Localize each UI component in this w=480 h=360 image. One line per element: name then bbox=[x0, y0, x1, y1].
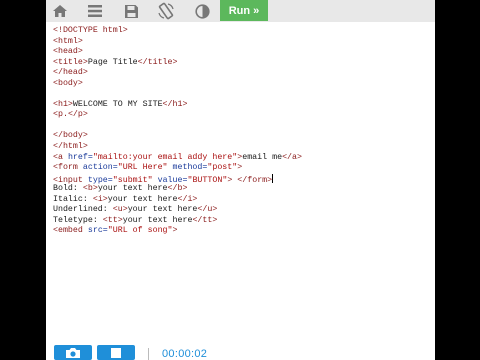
code-token: <tt> bbox=[102, 215, 123, 225]
code-line: <!DOCTYPE html> bbox=[53, 26, 302, 37]
code-token: Page Title bbox=[87, 57, 138, 67]
code-token: method= bbox=[167, 163, 208, 173]
home-button[interactable] bbox=[49, 1, 71, 21]
code-token: "URL of song" bbox=[107, 226, 173, 236]
code-line: </body> bbox=[53, 131, 302, 142]
code-line: Italic: <i>your text here</i> bbox=[53, 195, 302, 206]
save-icon bbox=[124, 4, 138, 18]
code-editor[interactable]: <!DOCTYPE html> <html> <head> <title>Page T… bbox=[46, 22, 435, 337]
stop-icon bbox=[111, 347, 121, 358]
code-line: <embed src="URL of song"> bbox=[53, 226, 302, 237]
code-line: <p.</p> bbox=[53, 110, 302, 121]
code-token: </p> bbox=[67, 110, 88, 120]
code-line: </html> bbox=[53, 142, 302, 153]
code-line: <form action="URL Here" method="post"> bbox=[53, 163, 302, 174]
code-token: </body> bbox=[53, 131, 88, 141]
contrast-button[interactable] bbox=[191, 1, 213, 21]
code-token: action= bbox=[82, 163, 118, 173]
code-line: Bold: <b>your text here</b> bbox=[53, 184, 302, 195]
code-line: <title>Page Title</title> bbox=[53, 58, 302, 69]
run-button[interactable]: Run » bbox=[220, 0, 268, 21]
code-token: > bbox=[237, 163, 243, 173]
code-token: <h1> bbox=[53, 99, 73, 109]
code-token: <head> bbox=[53, 47, 83, 57]
code-token: <title> bbox=[53, 57, 88, 67]
code-token: </title> bbox=[137, 57, 178, 67]
code-token: <embed bbox=[53, 226, 88, 236]
code-token: <a bbox=[53, 152, 68, 162]
code-token: </h1> bbox=[162, 99, 188, 109]
toolbar: Run » bbox=[46, 0, 435, 22]
code-token: Bold: bbox=[53, 184, 83, 194]
code-token: <html> bbox=[53, 36, 83, 46]
camera-icon bbox=[66, 347, 80, 358]
code-token: </a> bbox=[282, 152, 302, 162]
editor-app: Run » <!DOCTYPE html> <html> <head> <title>… bbox=[46, 0, 435, 360]
code-line: Underlined: <u>your text here</u> bbox=[53, 205, 302, 216]
code-token: <form bbox=[53, 163, 83, 173]
code-token: WELCOME TO MY SITE bbox=[72, 99, 163, 109]
home-icon bbox=[53, 5, 67, 17]
code-line: <h1>WELCOME TO MY SITE</h1> bbox=[53, 100, 302, 111]
save-button[interactable] bbox=[120, 1, 142, 21]
code-token: </i> bbox=[177, 194, 198, 204]
code-token: <body> bbox=[53, 78, 83, 88]
code-token: <p. bbox=[53, 110, 68, 120]
rotate-icon bbox=[158, 2, 174, 20]
camera-button[interactable] bbox=[54, 345, 92, 360]
divider bbox=[148, 348, 149, 360]
text-cursor bbox=[272, 173, 274, 183]
code-token: </head> bbox=[53, 68, 88, 78]
code-token: <b> bbox=[82, 184, 98, 194]
recording-timer: 00:00:02 bbox=[162, 348, 208, 360]
code-line: <head> bbox=[53, 47, 302, 58]
code-token: </form> bbox=[237, 175, 273, 185]
code-token: "BUTTON" bbox=[187, 175, 228, 185]
code-token: </b> bbox=[167, 184, 188, 194]
code-line: <html> bbox=[53, 37, 302, 48]
code-token: href= bbox=[67, 152, 93, 162]
code-token: <i> bbox=[92, 194, 108, 204]
code-line: </head> bbox=[53, 68, 302, 79]
code-content[interactable]: <!DOCTYPE html> <html> <head> <title>Page T… bbox=[53, 26, 302, 237]
code-line: Teletype: <tt>your text here</tt> bbox=[53, 216, 302, 227]
code-token: "URL Here" bbox=[117, 163, 168, 173]
code-token: Teletype: bbox=[53, 215, 103, 225]
menu-button[interactable] bbox=[84, 1, 106, 21]
code-token: Italic: bbox=[53, 194, 93, 204]
code-token: your text here bbox=[127, 205, 198, 215]
stop-button[interactable] bbox=[97, 345, 135, 360]
contrast-icon bbox=[194, 3, 210, 19]
code-token: your text here bbox=[122, 215, 193, 225]
code-line: <a href="mailto:your email addy here">em… bbox=[53, 153, 302, 164]
code-token: your text here bbox=[107, 194, 178, 204]
code-token: <u> bbox=[112, 205, 128, 215]
code-token: "post" bbox=[207, 163, 238, 173]
code-line: <body> bbox=[53, 79, 302, 90]
code-token: email me bbox=[242, 152, 283, 162]
code-token: </html> bbox=[53, 142, 88, 152]
code-token: "mailto:your email addy here" bbox=[92, 152, 238, 162]
code-token: <!DOCTYPE html> bbox=[53, 26, 128, 35]
code-token: Underlined: bbox=[53, 205, 113, 215]
menu-icon bbox=[88, 5, 102, 17]
code-token: </tt> bbox=[192, 215, 218, 225]
code-token: your text here bbox=[97, 184, 168, 194]
code-token: src= bbox=[87, 226, 108, 236]
code-token: </u> bbox=[197, 205, 218, 215]
rotate-button[interactable] bbox=[155, 1, 177, 21]
code-token: > bbox=[172, 226, 178, 236]
code-line: <input type="submit" value="BUTTON"> </f… bbox=[53, 173, 302, 185]
